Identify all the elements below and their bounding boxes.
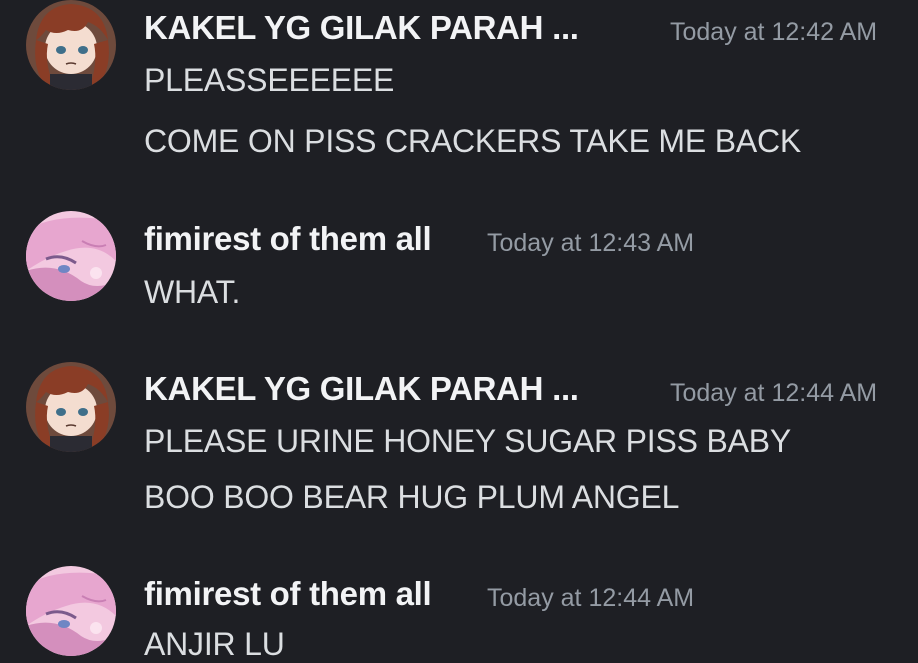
- avatar[interactable]: [26, 0, 116, 90]
- message-author[interactable]: fimirest of them all: [144, 574, 432, 614]
- message-text: COME ON PISS CRACKERS TAKE ME BACK: [144, 123, 802, 159]
- message-author[interactable]: KAKEL YG GILAK PARAH ...: [144, 369, 579, 409]
- message-timestamp: Today at 12:43 AM: [487, 229, 695, 257]
- avatar[interactable]: [26, 566, 116, 656]
- brown-haired-anime-avatar-icon: [26, 0, 116, 90]
- message-author[interactable]: fimirest of them all: [144, 219, 432, 259]
- message-text: ANJIR LU: [144, 626, 285, 662]
- avatar[interactable]: [26, 362, 116, 452]
- message-timestamp: Today at 12:42 AM: [670, 18, 878, 46]
- pink-haired-anime-avatar-icon: [26, 211, 116, 301]
- message-timestamp: Today at 12:44 AM: [670, 379, 878, 407]
- message-text: PLEASSEEEEEE: [144, 62, 395, 98]
- message-text: PLEASE URINE HONEY SUGAR PISS BABY: [144, 423, 792, 459]
- message-text: WHAT.: [144, 274, 241, 310]
- message-timestamp: Today at 12:44 AM: [487, 584, 695, 612]
- brown-haired-anime-avatar-icon: [26, 362, 116, 452]
- message-text: BOO BOO BEAR HUG PLUM ANGEL: [144, 479, 680, 515]
- avatar[interactable]: [26, 211, 116, 301]
- pink-haired-anime-avatar-icon: [26, 566, 116, 656]
- message-author[interactable]: KAKEL YG GILAK PARAH ...: [144, 8, 579, 48]
- message-list: KAKEL YG GILAK PARAH ... Today at 12:42 …: [0, 0, 918, 663]
